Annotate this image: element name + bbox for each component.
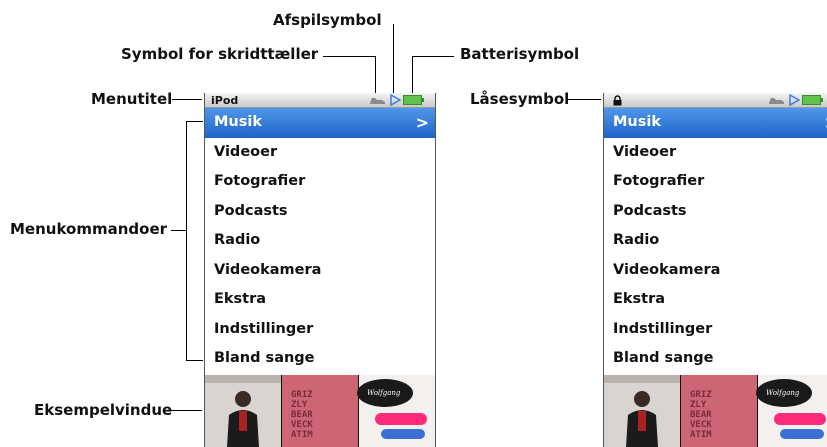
menu-item-ekstra[interactable]: Ekstra [604, 285, 827, 315]
svg-text:GRIZ: GRIZ [291, 390, 313, 400]
svg-text:BEAR: BEAR [291, 410, 313, 420]
album-art-2: GRIZ ZLY BEAR VECK ATIM [681, 375, 757, 447]
menu-item-videoer[interactable]: Videoer [604, 138, 827, 168]
preview-window-callout: Eksempelvindue [34, 401, 173, 419]
pedometer-symbol-leader-h [323, 56, 375, 57]
menu-item-bland-sange[interactable]: Bland sange [604, 344, 827, 374]
play-symbol-leader [393, 24, 394, 96]
battery-symbol-leader-v [412, 56, 413, 96]
menu-commands-callout: Menukommandoer [10, 220, 168, 238]
menu-item-label: Bland sange [613, 350, 714, 366]
menu-item-podcasts[interactable]: Podcasts [604, 197, 827, 227]
menu-title: iPod [211, 94, 239, 107]
play-icon [390, 94, 401, 106]
pedometer-icon [370, 98, 385, 104]
menu-item-fotografier[interactable]: Fotografier [604, 167, 827, 197]
menu-title-callout: Menutitel [91, 90, 173, 108]
menu-item-label: Videoer [613, 143, 677, 160]
menu-item-label: Musik [214, 114, 262, 130]
menu-item-musik[interactable]: Musik > [205, 108, 435, 138]
svg-text:ZLY: ZLY [690, 400, 707, 410]
menu-item-fotografier[interactable]: Fotografier [205, 167, 435, 197]
menu-item-musik[interactable]: Musik > [604, 108, 827, 138]
menu-item-label: Ekstra [613, 291, 666, 307]
album-art-strip: GRIZ ZLY BEAR VECK ATIM Wolfgang [604, 375, 827, 447]
menu-item-label: Ekstra [214, 291, 267, 307]
menu-commands-bracket-top [186, 121, 203, 122]
preview-window: GRIZ ZLY BEAR VECK ATIM Wolfgang [604, 375, 827, 447]
menu-commands-bracket-spine [186, 121, 187, 361]
play-icon [789, 94, 800, 106]
menu-item-label: Videoer [214, 143, 278, 160]
battery-icon [802, 95, 823, 105]
preview-window-leader [168, 410, 202, 411]
album-art-3: Wolfgang [756, 375, 827, 447]
status-bar: iPod [205, 93, 435, 108]
svg-text:ZLY: ZLY [291, 400, 308, 410]
menu-list: Musik > Videoer Fotografier Podcasts Rad… [604, 108, 827, 374]
status-bar [604, 93, 827, 108]
svg-text:ATIM: ATIM [690, 430, 712, 440]
battery-icon [403, 95, 424, 105]
menu-item-label: Indstillinger [613, 320, 713, 337]
svg-text:ATIM: ATIM [291, 430, 313, 440]
menu-item-ekstra[interactable]: Ekstra [205, 285, 435, 315]
menu-list: Musik > Videoer Fotografier Podcasts Rad… [205, 108, 435, 374]
play-symbol-callout: Afspilsymbol [273, 11, 382, 29]
svg-text:Wolfgang: Wolfgang [367, 389, 401, 397]
album-art-3: Wolfgang [357, 375, 435, 447]
menu-item-label: Indstillinger [214, 320, 314, 337]
menu-item-label: Fotografier [613, 173, 705, 189]
menu-item-label: Fotografier [214, 173, 306, 189]
battery-symbol-leader-h [412, 56, 454, 57]
menu-item-videoer[interactable]: Videoer [205, 138, 435, 168]
menu-item-label: Podcasts [214, 202, 288, 219]
menu-title-leader [172, 99, 202, 100]
menu-item-label: Videokamera [613, 261, 721, 278]
ipod-screen-locked: Musik > Videoer Fotografier Podcasts Rad… [603, 93, 827, 447]
preview-window: GRIZ ZLY BEAR VECK ATIM Wolfgang [205, 375, 435, 447]
pedometer-icon [769, 98, 784, 104]
menu-item-label: Videokamera [214, 261, 322, 278]
battery-symbol-callout: Batterisymbol [460, 45, 580, 63]
pedometer-symbol-callout: Symbol for skridttæller [121, 45, 319, 63]
lock-symbol-callout: Låsesymbol [470, 90, 570, 108]
menu-item-label: Musik [613, 114, 661, 130]
menu-commands-bracket-bottom [186, 360, 203, 361]
menu-item-indstillinger[interactable]: Indstillinger [604, 315, 827, 345]
menu-item-label: Bland sange [214, 350, 315, 366]
ipod-screen-unlocked: iPod Musik > Videoer Fotografier Podcast… [204, 93, 436, 447]
menu-item-videokamera[interactable]: Videokamera [604, 256, 827, 286]
svg-text:Wolfgang: Wolfgang [766, 389, 800, 397]
lock-symbol-leader [567, 99, 601, 100]
album-art-strip: GRIZ ZLY BEAR VECK ATIM Wolfgang [205, 375, 435, 447]
album-art-2: GRIZ ZLY BEAR VECK ATIM [282, 375, 358, 447]
menu-item-label: Radio [613, 232, 660, 248]
menu-item-podcasts[interactable]: Podcasts [205, 197, 435, 227]
menu-item-label: Podcasts [613, 202, 687, 219]
menu-item-label: Radio [214, 232, 261, 248]
svg-text:VECK: VECK [690, 420, 712, 430]
pedometer-symbol-leader-v [375, 56, 376, 96]
album-art-1 [604, 375, 680, 447]
lock-icon [613, 95, 622, 106]
menu-item-indstillinger[interactable]: Indstillinger [205, 315, 435, 345]
svg-text:BEAR: BEAR [690, 410, 712, 420]
menu-item-videokamera[interactable]: Videokamera [205, 256, 435, 286]
chevron-right-icon: > [415, 113, 429, 132]
menu-commands-leader [171, 230, 187, 231]
album-art-1 [205, 375, 281, 447]
menu-item-radio[interactable]: Radio [604, 226, 827, 256]
menu-item-radio[interactable]: Radio [205, 226, 435, 256]
menu-item-bland-sange[interactable]: Bland sange [205, 344, 435, 374]
svg-text:VECK: VECK [291, 420, 313, 430]
svg-text:GRIZ: GRIZ [690, 390, 712, 400]
